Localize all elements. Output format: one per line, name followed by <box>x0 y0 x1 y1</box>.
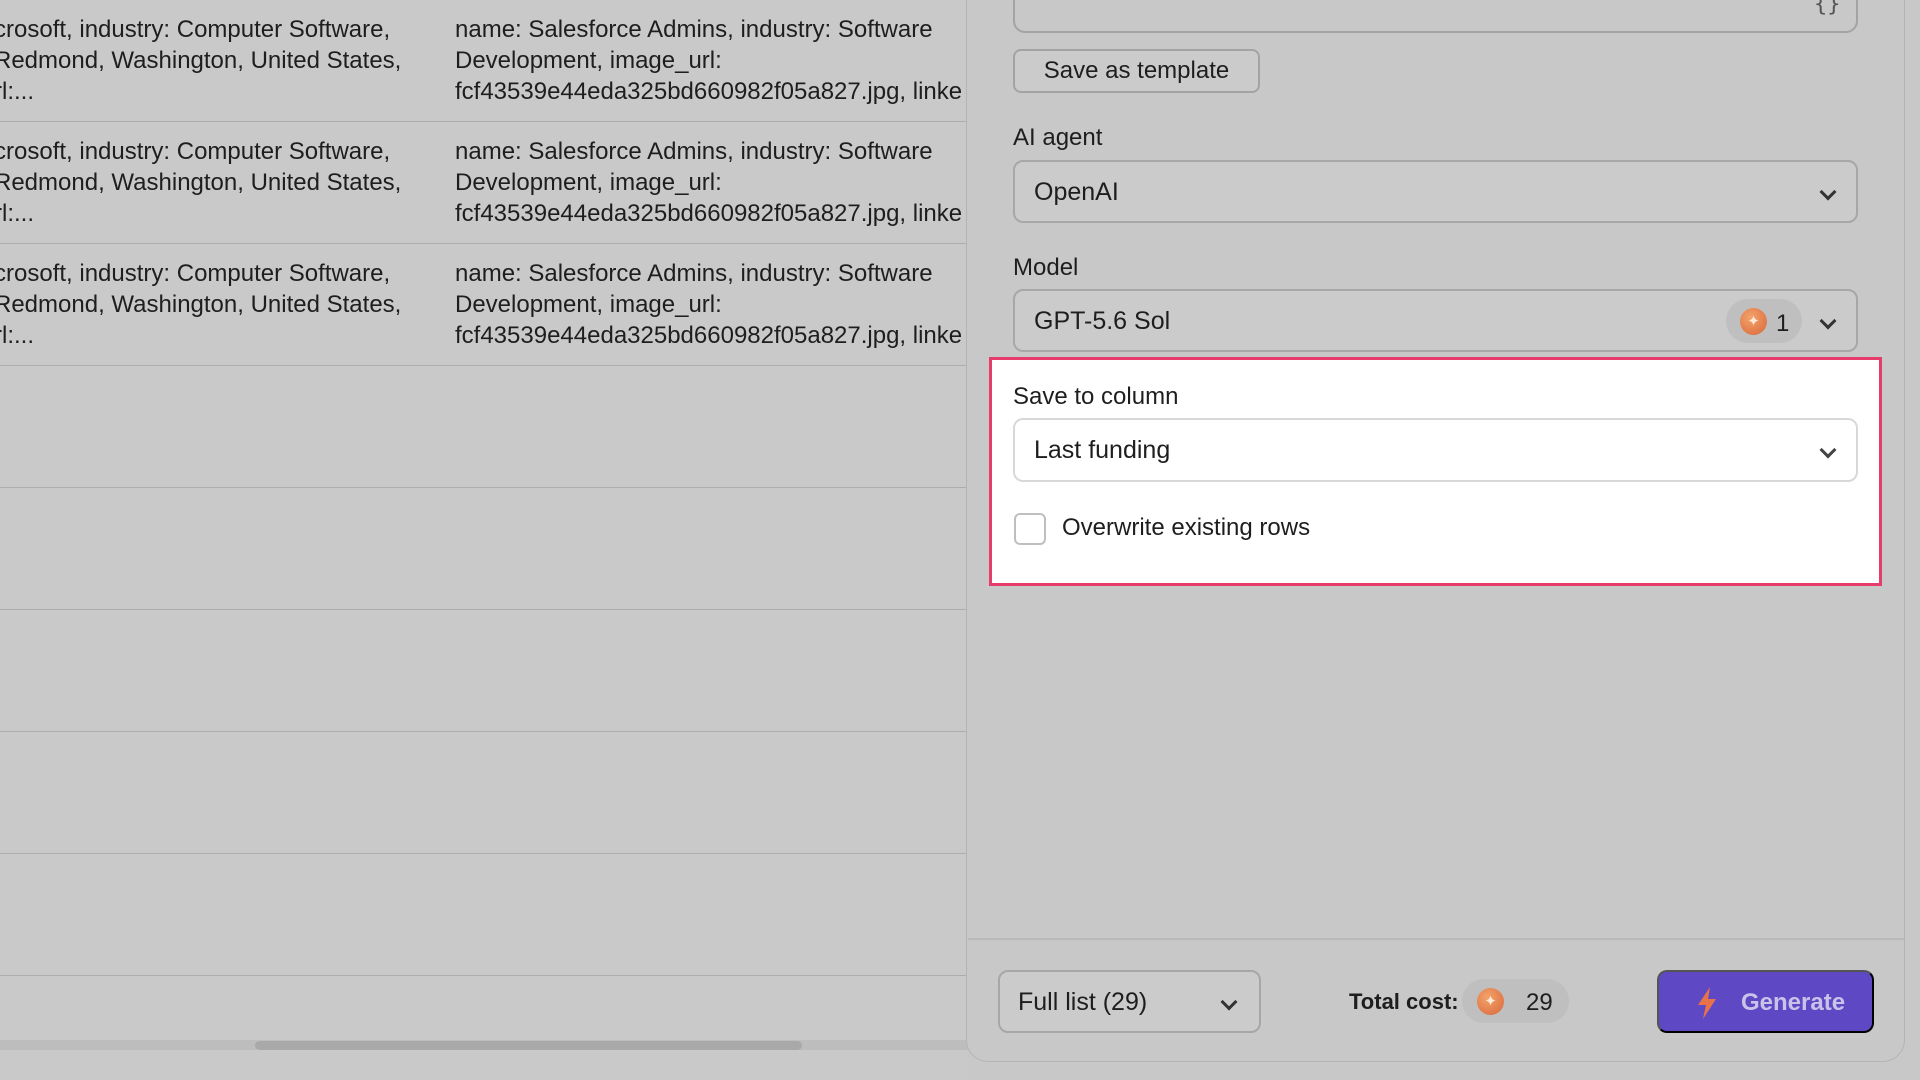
table-cell[interactable]: crosoft, industry: Computer Software, Re… <box>0 136 414 232</box>
table-cell[interactable] <box>0 380 414 476</box>
table-row[interactable] <box>0 488 968 610</box>
list-scope-select[interactable]: Full list (29) <box>998 970 1261 1033</box>
credit-coin-icon: ✦ <box>1477 988 1504 1015</box>
table-cell[interactable] <box>0 868 414 964</box>
ai-agent-label: AI agent <box>1013 124 1103 151</box>
generate-button-label: Generate <box>1741 989 1846 1016</box>
table-cell[interactable] <box>0 746 414 842</box>
save-to-column-label: Save to column <box>1013 383 1179 410</box>
table-cell[interactable]: name: Salesforce Admins, industry: Softw… <box>455 14 968 110</box>
table-row[interactable] <box>0 732 968 854</box>
total-cost-badge: ✦ 29 <box>1462 979 1569 1023</box>
table-cell[interactable]: name: Salesforce Admins, industry: Softw… <box>455 136 968 232</box>
ai-agent-select[interactable]: OpenAI <box>1013 160 1858 223</box>
save-to-column-value: Last funding <box>1034 436 1171 464</box>
chevron-down-icon <box>1819 441 1837 459</box>
prompt-textarea[interactable] <box>1013 0 1858 33</box>
overwrite-checkbox-label[interactable]: Overwrite existing rows <box>1062 514 1310 542</box>
ai-agent-value: OpenAI <box>1034 178 1119 206</box>
model-select[interactable]: GPT-5.6 Sol ✦ 1 <box>1013 289 1858 352</box>
total-cost-label: Total cost: <box>1349 989 1459 1014</box>
table-cell[interactable] <box>455 380 968 476</box>
lightning-bolt-icon <box>1698 987 1716 1019</box>
list-scope-value: Full list (29) <box>1018 988 1148 1016</box>
model-label: Model <box>1013 254 1079 281</box>
total-cost-value: 29 <box>1526 989 1553 1016</box>
credit-cost-badge: ✦ 1 <box>1726 299 1802 343</box>
curly-braces-icon[interactable]: {} <box>1814 0 1841 17</box>
credit-cost-value: 1 <box>1776 310 1790 337</box>
save-to-column-select[interactable]: Last funding <box>1013 418 1858 482</box>
generate-button[interactable]: Generate <box>1657 970 1874 1033</box>
table-cell[interactable] <box>455 502 968 598</box>
chevron-down-icon <box>1819 183 1837 201</box>
table-cell[interactable]: crosoft, industry: Computer Software, Re… <box>0 258 414 354</box>
table-row[interactable] <box>0 854 968 976</box>
save-as-template-button[interactable]: Save as template <box>1013 49 1260 93</box>
table-cell[interactable]: name: Salesforce Admins, industry: Softw… <box>455 258 968 354</box>
table-row[interactable]: crosoft, industry: Computer Software, Re… <box>0 0 968 122</box>
chevron-down-icon <box>1819 312 1837 330</box>
table-cell[interactable] <box>455 868 968 964</box>
table-cell[interactable] <box>0 624 414 720</box>
chevron-down-icon <box>1220 993 1238 1011</box>
model-value: GPT-5.6 Sol <box>1034 307 1171 335</box>
table-row[interactable]: crosoft, industry: Computer Software, Re… <box>0 122 968 244</box>
credit-coin-icon: ✦ <box>1740 308 1767 335</box>
table-cell[interactable] <box>455 746 968 842</box>
table-row[interactable] <box>0 366 968 488</box>
table-cell[interactable] <box>455 624 968 720</box>
data-table: crosoft, industry: Computer Software, Re… <box>0 0 968 1080</box>
overwrite-checkbox[interactable] <box>1014 513 1046 545</box>
table-row[interactable]: crosoft, industry: Computer Software, Re… <box>0 244 968 366</box>
footer-divider <box>968 938 1904 940</box>
table-cell[interactable] <box>0 502 414 598</box>
horizontal-scrollbar-thumb[interactable] <box>255 1041 802 1050</box>
table-cell[interactable]: crosoft, industry: Computer Software, Re… <box>0 14 414 110</box>
table-row[interactable] <box>0 610 968 732</box>
